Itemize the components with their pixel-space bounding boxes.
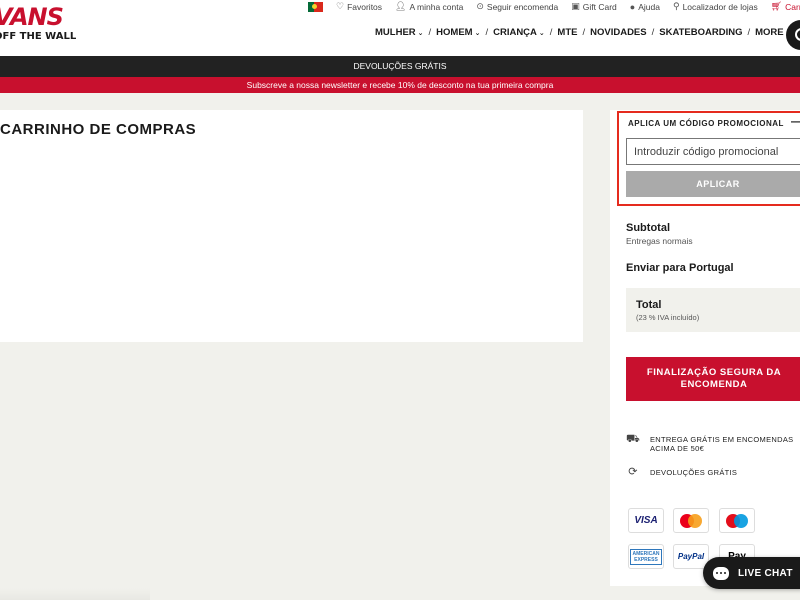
promo-code-section: APLICA UM CÓDIGO PROMOCIONAL — APLICAR — [617, 111, 800, 206]
newsletter-banner[interactable]: Subscreve a nossa newsletter e recebe 10… — [0, 77, 800, 93]
logo-wordmark: VANS — [0, 3, 64, 31]
amex-logo: AMERICAN EXPRESS — [628, 544, 664, 569]
nav-kids-label: CRIANÇA — [493, 27, 537, 38]
free-returns-info: ⟳ DEVOLUÇÕES GRÁTIS — [626, 466, 738, 478]
help-icon: ● — [629, 1, 636, 12]
free-returns-label: DEVOLUÇÕES GRÁTIS — [650, 468, 738, 477]
tracking-icon: ⊙ — [476, 1, 484, 11]
nav-separator: / — [428, 27, 432, 38]
apply-promo-button[interactable]: APLICAR — [626, 171, 800, 197]
help-link[interactable]: ● Ajuda — [630, 2, 660, 12]
visa-label: VISA — [634, 515, 658, 526]
gift-card-label: Gift Card — [582, 1, 617, 12]
utility-nav: ♡ Favoritos 👤︎ A minha conta ⊙ Seguir en… — [308, 1, 800, 12]
site-header: VANS OFF THE WALL ♡ Favoritos 👤︎ A minha… — [0, 0, 800, 56]
amex-line2: EXPRESS — [634, 556, 658, 563]
track-order-link[interactable]: ⊙ Seguir encomenda — [476, 1, 558, 12]
visa-logo: VISA — [628, 508, 664, 533]
portugal-flag-icon[interactable] — [308, 1, 323, 12]
nav-new-label: NOVIDADES — [590, 27, 647, 38]
nav-kids[interactable]: CRIANÇA ⌄ — [493, 27, 545, 38]
free-shipping-label: ENTREGA GRÁTIS EM ENCOMENDAS ACIMA DE 50… — [650, 435, 794, 453]
nav-separator: / — [651, 27, 655, 38]
free-returns-banner[interactable]: DEVOLUÇÕES GRÁTIS — [0, 56, 800, 77]
cart-panel: CARRINHO DE COMPRAS — [0, 110, 583, 342]
nav-men[interactable]: HOMEM ⌄ — [436, 27, 480, 38]
secure-checkout-button[interactable]: FINALIZAÇÃO SEGURA DA ENCOMENDA — [626, 357, 800, 401]
user-icon: 👤︎ — [395, 1, 407, 11]
free-shipping-info: ⛟ ENTREGA GRÁTIS EM ENCOMENDAS ACIMA DE … — [626, 433, 800, 454]
account-label: A minha conta — [409, 1, 464, 12]
cart-link[interactable]: 🛒︎ Carrinho d — [771, 1, 800, 12]
location-pin-icon: ⚲ — [672, 1, 680, 11]
amex-line1: AMERICAN — [632, 550, 660, 557]
total-section: Total (23 % IVA incluído) — [626, 288, 800, 332]
track-order-label: Seguir encomenda — [486, 1, 559, 12]
nav-women[interactable]: MULHER ⌄ — [375, 27, 424, 38]
collapse-icon[interactable]: — — [791, 114, 800, 128]
vat-note: (23 % IVA incluído) — [636, 313, 700, 322]
promo-title: APLICA UM CÓDIGO PROMOCIONAL — [628, 119, 784, 128]
shipping-type: Entregas normais — [626, 236, 693, 246]
subtotal-label: Subtotal — [626, 222, 670, 234]
nav-women-label: MULHER — [375, 27, 416, 38]
search-icon[interactable] — [786, 20, 800, 50]
maestro-icon — [726, 513, 748, 528]
nav-separator: / — [549, 27, 553, 38]
nav-more-label: MORE — [755, 27, 784, 38]
amex-icon: AMERICAN EXPRESS — [629, 548, 663, 565]
account-link[interactable]: 👤︎ A minha conta — [395, 1, 463, 12]
logo-tagline: OFF THE WALL — [0, 31, 77, 42]
nav-mte-label: MTE — [557, 27, 578, 38]
ship-to-label: Enviar para Portugal — [626, 262, 734, 274]
nav-separator: / — [582, 27, 586, 38]
mastercard-icon — [680, 513, 702, 528]
nav-separator: / — [747, 27, 751, 38]
footer-shadow — [0, 588, 150, 600]
gift-card-icon: ▣ — [571, 1, 580, 11]
paypal-label: PayPal — [677, 552, 705, 561]
nav-new[interactable]: NOVIDADES — [590, 27, 646, 38]
cart-label: Carrinho d — [785, 1, 800, 12]
chat-bubble-icon — [713, 566, 729, 580]
store-locator-label: Localizador de lojas — [682, 1, 758, 12]
cart-icon: 🛒︎ — [770, 1, 783, 11]
promo-code-input[interactable] — [626, 138, 800, 165]
favorites-link[interactable]: ♡ Favoritos — [336, 1, 382, 12]
main-nav: MULHER ⌄ / HOMEM ⌄ / CRIANÇA ⌄ / MTE / NOVI… — [375, 27, 791, 38]
nav-skateboarding-label: SKATEBOARDING — [659, 27, 743, 38]
nav-mte[interactable]: MTE — [557, 27, 577, 38]
order-summary: APLICA UM CÓDIGO PROMOCIONAL — APLICAR S… — [610, 110, 800, 586]
nav-men-label: HOMEM — [436, 27, 473, 38]
heart-icon: ♡ — [336, 1, 345, 11]
help-label: Ajuda — [638, 1, 660, 12]
favorites-label: Favoritos — [347, 1, 383, 12]
maestro-logo — [719, 508, 755, 533]
gift-card-link[interactable]: ▣ Gift Card — [571, 1, 617, 12]
chevron-down-icon: ⌄ — [538, 29, 545, 37]
page-title: CARRINHO DE COMPRAS — [0, 121, 197, 138]
store-locator-link[interactable]: ⚲ Localizador de lojas — [673, 1, 758, 12]
chevron-down-icon: ⌄ — [474, 29, 481, 37]
returns-icon: ⟳ — [628, 466, 638, 478]
vans-logo[interactable]: VANS OFF THE WALL — [0, 4, 76, 42]
nav-separator: / — [485, 27, 489, 38]
mastercard-logo — [673, 508, 709, 533]
nav-skateboarding[interactable]: SKATEBOARDING — [659, 27, 742, 38]
live-chat-button[interactable]: LIVE CHAT — [703, 557, 800, 589]
live-chat-label: LIVE CHAT — [738, 567, 793, 579]
chevron-down-icon: ⌄ — [417, 29, 424, 37]
total-label: Total — [636, 299, 662, 311]
truck-icon: ⛟ — [626, 433, 641, 445]
